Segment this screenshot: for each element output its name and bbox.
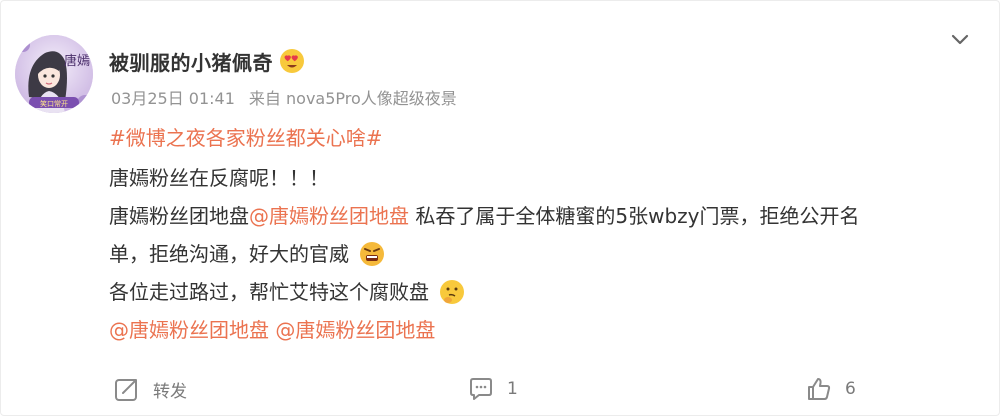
comment-count: 1 bbox=[507, 379, 518, 399]
repost-label: 转发 bbox=[153, 381, 187, 402]
post-time[interactable]: 03月25日 01:41 bbox=[111, 85, 235, 109]
avatar-image: 唐嫣 笑口常开 bbox=[15, 35, 93, 113]
comment-icon bbox=[470, 378, 492, 400]
avatar-text: 唐嫣 bbox=[64, 53, 90, 69]
mention-link-1[interactable]: @唐嫣粉丝团地盘 bbox=[109, 318, 269, 342]
post-meta: 03月25日 01:41 来自 nova5Pro人像超级夜景 bbox=[111, 85, 457, 109]
action-bar: 转发 1 6 bbox=[1, 365, 1000, 413]
avatar-caption: 笑口常开 bbox=[40, 99, 68, 108]
angry-emoji-icon bbox=[360, 242, 385, 266]
content-line-3: 单，拒绝沟通，好大的官威 bbox=[109, 235, 959, 273]
like-count: 6 bbox=[845, 379, 856, 399]
repost-icon bbox=[115, 379, 137, 401]
chevron-down-icon[interactable] bbox=[947, 27, 973, 53]
content-line-2-prefix: 唐嫣粉丝团地盘 bbox=[109, 204, 249, 228]
mention-line: @唐嫣粉丝团地盘 @唐嫣粉丝团地盘 bbox=[109, 311, 959, 349]
post-source[interactable]: 来自 nova5Pro人像超级夜景 bbox=[249, 85, 457, 109]
content-line-4: 各位走过路过，帮忙艾特这个腐败盘 bbox=[109, 273, 959, 311]
comment-button[interactable]: 1 bbox=[467, 375, 518, 403]
content-line-2-suffix: 私吞了属于全体糖蜜的5张wbzy门票，拒绝公开名 bbox=[409, 204, 860, 228]
mention-link-2[interactable]: @唐嫣粉丝团地盘 bbox=[275, 318, 435, 342]
repost-button[interactable]: 转发 bbox=[113, 375, 187, 403]
avatar[interactable]: 唐嫣 笑口常开 bbox=[15, 35, 93, 113]
content-line-2: 唐嫣粉丝团地盘@唐嫣粉丝团地盘 私吞了属于全体糖蜜的5张wbzy门票，拒绝公开名 bbox=[109, 197, 959, 235]
mention-link[interactable]: @唐嫣粉丝团地盘 bbox=[249, 204, 409, 228]
author-row: 被驯服的小猪佩奇 bbox=[109, 43, 305, 79]
content-line-4-text: 各位走过路过，帮忙艾特这个腐败盘 bbox=[109, 280, 429, 304]
username[interactable]: 被驯服的小猪佩奇 bbox=[109, 47, 273, 76]
heart-eyes-emoji-icon bbox=[280, 49, 304, 73]
thinking-emoji-icon bbox=[440, 280, 465, 304]
content-line-1: 唐嫣粉丝在反腐呢！！！ bbox=[109, 166, 329, 190]
like-button[interactable]: 6 bbox=[805, 375, 856, 403]
post-content: #微博之夜各家粉丝都关心啥# 唐嫣粉丝在反腐呢！！！ 唐嫣粉丝团地盘@唐嫣粉丝团… bbox=[109, 119, 959, 349]
content-line-3-text: 单，拒绝沟通，好大的官威 bbox=[109, 242, 349, 266]
thumbs-up-icon bbox=[808, 378, 831, 400]
weibo-post-card: 唐嫣 笑口常开 被驯服的小猪佩奇 03月25日 01:41 来自 nova5Pr… bbox=[0, 0, 1000, 416]
hashtag-link[interactable]: #微博之夜各家粉丝都关心啥# bbox=[109, 126, 383, 150]
